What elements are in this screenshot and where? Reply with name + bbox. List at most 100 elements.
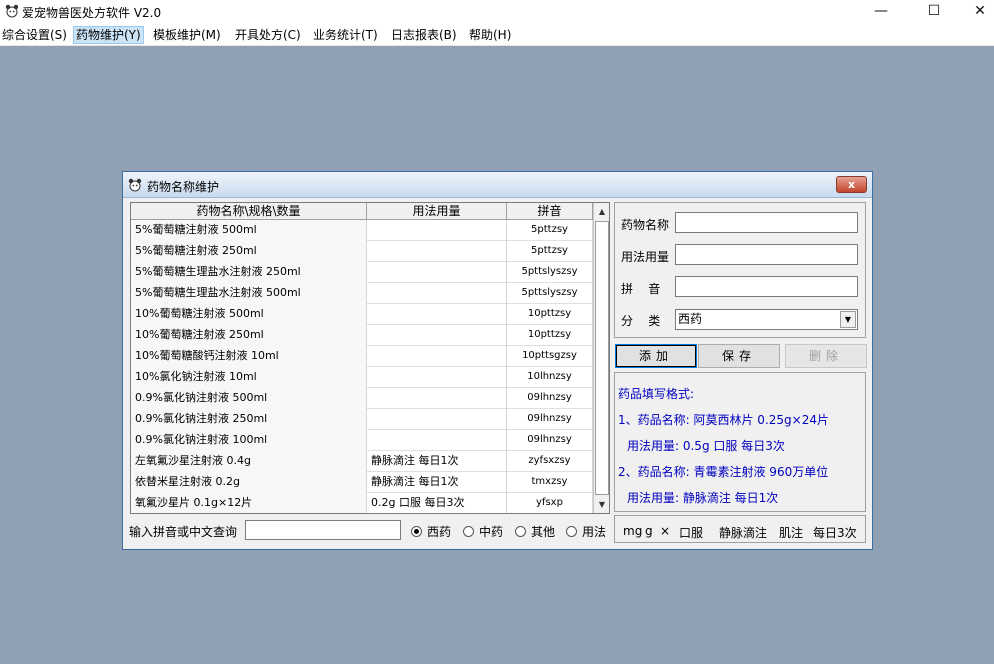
- cell-usage: [367, 220, 507, 241]
- drug-edit-form: 药物名称 用法用量 拼 音 分 类 西药 ▼: [614, 202, 866, 338]
- quick-input-times[interactable]: ×: [660, 524, 670, 538]
- quick-input-three-daily[interactable]: 每日3次: [813, 524, 857, 541]
- menu-template-maintenance[interactable]: 模板维护(M): [151, 26, 223, 44]
- category-label: 分 类: [621, 314, 661, 328]
- dialog-title-bar[interactable]: 药物名称维护 x: [123, 172, 872, 198]
- column-header-pinyin[interactable]: 拼音: [507, 203, 593, 220]
- table-row[interactable]: 左氧氟沙星注射液 0.4g 静脉滴注 每日1次 zyfsxzsy: [131, 451, 593, 472]
- cell-pinyin: 09lhnzsy: [507, 409, 593, 430]
- quick-input-mg[interactable]: mg: [623, 524, 642, 538]
- title-bar: 爱宠物兽医处方软件 V2.0 — ☐ ✕: [0, 0, 994, 24]
- drug-maintenance-dialog: 药物名称维护 x 药物名称\规格\数量 用法用量 拼音 5%葡萄糖注射液 500…: [122, 171, 873, 550]
- quick-input-im[interactable]: 肌注: [779, 524, 803, 541]
- cell-drug-name: 0.9%氯化钠注射液 500ml: [131, 388, 367, 409]
- drug-name-label: 药物名称: [621, 218, 670, 232]
- category-select[interactable]: 西药 ▼: [675, 309, 858, 330]
- cell-pinyin: 10lhnzsy: [507, 367, 593, 388]
- save-button[interactable]: 保存: [698, 344, 780, 368]
- column-header-usage[interactable]: 用法用量: [367, 203, 507, 220]
- table-row[interactable]: 10%葡萄糖注射液 250ml 10pttzsy: [131, 325, 593, 346]
- cell-usage: [367, 283, 507, 304]
- table-row[interactable]: 10%葡萄糖酸钙注射液 10ml 10pttsgzsy: [131, 346, 593, 367]
- scroll-up-icon[interactable]: ▲: [594, 203, 609, 220]
- table-row[interactable]: 5%葡萄糖生理盐水注射液 250ml 5pttslyszsy: [131, 262, 593, 283]
- cell-usage: 静脉滴注 每日1次: [367, 472, 507, 493]
- radio-usage[interactable]: 用法: [566, 523, 606, 540]
- cell-drug-name: 10%葡萄糖酸钙注射液 10ml: [131, 346, 367, 367]
- menu-bar: 综合设置(S) 药物维护(Y) 模板维护(M) 开具处方(C) 业务统计(T) …: [0, 24, 994, 46]
- cell-pinyin: 5pttslyszsy: [507, 283, 593, 304]
- format-help-line2: 用法用量: 0.5g 口服 每日3次: [627, 439, 785, 453]
- format-help-line1: 1、药品名称: 阿莫西林片 0.25g×24片: [618, 413, 829, 427]
- table-row[interactable]: 依替米星注射液 0.2g 静脉滴注 每日1次 tmxzsy: [131, 472, 593, 493]
- close-button[interactable]: ✕: [957, 0, 994, 24]
- table-row[interactable]: 5%葡萄糖注射液 500ml 5pttzsy: [131, 220, 593, 241]
- radio-chinese-medicine[interactable]: 中药: [463, 523, 503, 540]
- cell-pinyin: 5pttzsy: [507, 220, 593, 241]
- menu-log-reports[interactable]: 日志报表(B): [389, 26, 459, 44]
- cell-pinyin: 10pttsgzsy: [507, 346, 593, 367]
- maximize-button[interactable]: ☐: [911, 0, 957, 24]
- cell-pinyin: 10pttzsy: [507, 304, 593, 325]
- pinyin-input[interactable]: [675, 276, 858, 297]
- cell-drug-name: 10%葡萄糖注射液 500ml: [131, 304, 367, 325]
- cell-usage: [367, 346, 507, 367]
- cell-usage: [367, 325, 507, 346]
- column-header-name[interactable]: 药物名称\规格\数量: [131, 203, 367, 220]
- scroll-down-icon[interactable]: ▼: [594, 496, 609, 513]
- table-row[interactable]: 0.9%氯化钠注射液 100ml 09lhnzsy: [131, 430, 593, 451]
- grid-header: 药物名称\规格\数量 用法用量 拼音: [131, 203, 593, 220]
- table-row[interactable]: 氧氟沙星片 0.1g×12片 0.2g 口服 每日3次 yfsxp: [131, 493, 593, 513]
- table-row[interactable]: 5%葡萄糖注射液 250ml 5pttzsy: [131, 241, 593, 262]
- drug-list-grid[interactable]: 药物名称\规格\数量 用法用量 拼音 5%葡萄糖注射液 500ml 5pttzsy…: [130, 202, 610, 514]
- table-row[interactable]: 10%氯化钠注射液 10ml 10lhnzsy: [131, 367, 593, 388]
- grid-scrollbar[interactable]: ▲ ▼: [593, 203, 609, 513]
- cell-drug-name: 5%葡萄糖注射液 250ml: [131, 241, 367, 262]
- radio-other[interactable]: 其他: [515, 523, 555, 540]
- quick-input-oral[interactable]: 口服: [679, 524, 703, 541]
- format-help-line4: 用法用量: 静脉滴注 每日1次: [627, 491, 779, 505]
- table-row[interactable]: 5%葡萄糖生理盐水注射液 500ml 5pttslyszsy: [131, 283, 593, 304]
- cell-drug-name: 5%葡萄糖生理盐水注射液 500ml: [131, 283, 367, 304]
- menu-prescribe[interactable]: 开具处方(C): [233, 26, 303, 44]
- radio-dot-icon: [566, 526, 577, 537]
- cell-pinyin: 09lhnzsy: [507, 430, 593, 451]
- cell-pinyin: yfsxp: [507, 493, 593, 513]
- cell-drug-name: 0.9%氯化钠注射液 250ml: [131, 409, 367, 430]
- cell-drug-name: 氧氟沙星片 0.1g×12片: [131, 493, 367, 513]
- menu-business-stats[interactable]: 业务统计(T): [311, 26, 380, 44]
- search-label: 输入拼音或中文查询: [129, 525, 238, 539]
- cell-pinyin: zyfsxzsy: [507, 451, 593, 472]
- menu-drug-maintenance[interactable]: 药物维护(Y): [73, 26, 144, 44]
- dropdown-arrow-icon[interactable]: ▼: [840, 311, 856, 328]
- scroll-thumb[interactable]: [595, 221, 609, 495]
- quick-input-iv-drip[interactable]: 静脉滴注: [719, 524, 767, 541]
- menu-general-settings[interactable]: 综合设置(S): [0, 26, 69, 44]
- cell-drug-name: 依替米星注射液 0.2g: [131, 472, 367, 493]
- radio-western-medicine[interactable]: 西药: [411, 523, 451, 540]
- add-button[interactable]: 添加: [615, 344, 697, 368]
- dialog-close-button[interactable]: x: [836, 176, 867, 193]
- category-value: 西药: [678, 312, 703, 326]
- quick-input-g[interactable]: g: [645, 524, 653, 538]
- table-row[interactable]: 0.9%氯化钠注射液 250ml 09lhnzsy: [131, 409, 593, 430]
- table-row[interactable]: 10%葡萄糖注射液 500ml 10pttzsy: [131, 304, 593, 325]
- dialog-title: 药物名称维护: [147, 180, 220, 194]
- format-help-heading: 药品填写格式:: [618, 387, 695, 401]
- cell-drug-name: 5%葡萄糖生理盐水注射液 250ml: [131, 262, 367, 283]
- menu-help[interactable]: 帮助(H): [467, 26, 513, 44]
- cell-usage: [367, 409, 507, 430]
- usage-input[interactable]: [675, 244, 858, 265]
- search-input[interactable]: [245, 520, 401, 540]
- pinyin-label: 拼 音: [621, 282, 661, 296]
- pet-app-icon: [5, 4, 19, 18]
- cell-pinyin: tmxzsy: [507, 472, 593, 493]
- radio-dot-icon: [515, 526, 526, 537]
- cell-pinyin: 5pttslyszsy: [507, 262, 593, 283]
- table-row[interactable]: 0.9%氯化钠注射液 500ml 09lhnzsy: [131, 388, 593, 409]
- minimize-button[interactable]: —: [858, 0, 904, 24]
- drug-name-input[interactable]: [675, 212, 858, 233]
- delete-button[interactable]: 删除: [785, 344, 867, 368]
- cell-pinyin: 5pttzsy: [507, 241, 593, 262]
- cell-pinyin: 10pttzsy: [507, 325, 593, 346]
